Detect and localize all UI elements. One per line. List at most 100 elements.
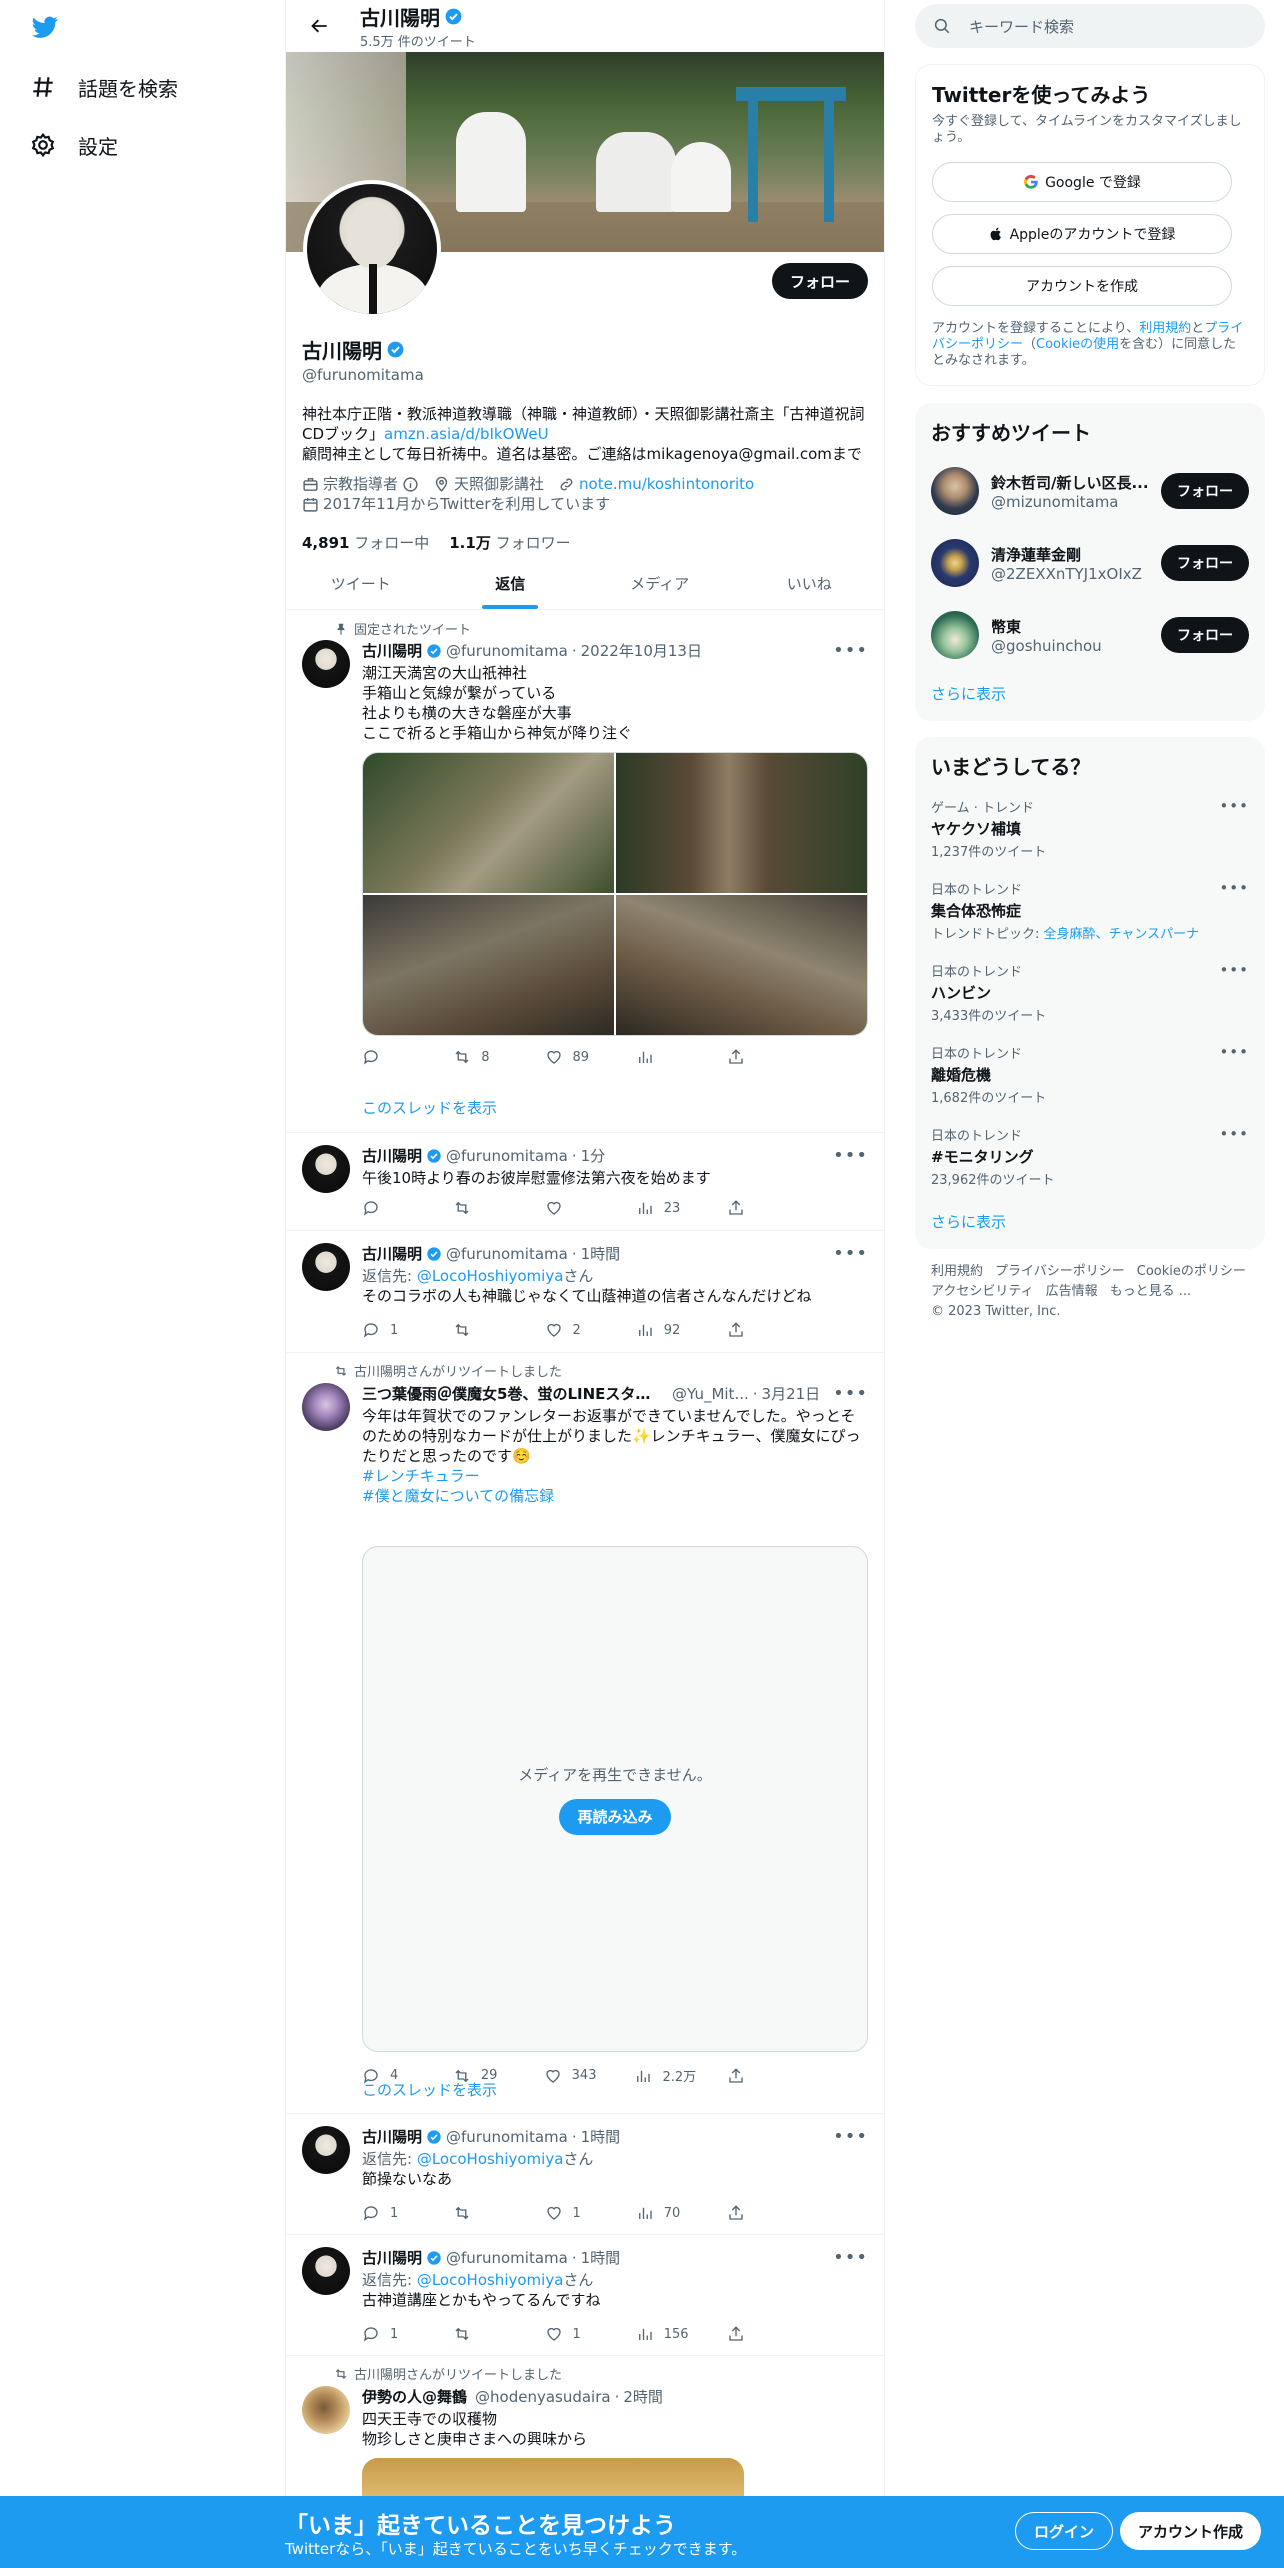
info-icon[interactable] <box>402 476 419 493</box>
show-more-link[interactable]: さらに表示 <box>931 683 1006 704</box>
views-button[interactable] <box>636 1048 696 1066</box>
retweet-button[interactable] <box>453 2204 513 2222</box>
search-box[interactable]: キーワード検索 <box>915 4 1265 48</box>
hashtag-link[interactable]: #レンチキュラー <box>362 1467 480 1485</box>
share-button[interactable] <box>727 2325 787 2343</box>
share-button[interactable] <box>727 1199 787 1217</box>
recommended-name[interactable]: 幣東 <box>991 616 1161 637</box>
more-options-icon[interactable]: ••• <box>833 2247 868 2268</box>
avatar[interactable] <box>302 1383 350 1431</box>
share-button[interactable] <box>727 2204 787 2222</box>
follow-button[interactable]: フォロー <box>1161 545 1249 581</box>
show-more-link[interactable]: さらに表示 <box>931 1211 1006 1232</box>
profile-avatar[interactable] <box>303 180 441 318</box>
cookie-link[interactable]: Cookieの使用 <box>1036 337 1119 352</box>
footer-link[interactable]: プライバシーポリシー <box>995 1262 1125 1282</box>
following-link[interactable]: 4,891 フォロー中 <box>302 532 429 553</box>
more-options-icon[interactable]: ••• <box>833 1145 868 1166</box>
more-options-icon[interactable]: ••• <box>1219 797 1249 815</box>
follow-button[interactable]: フォロー <box>1161 473 1249 509</box>
retweet-button[interactable]: 8 <box>453 1048 513 1066</box>
tweet-photo[interactable] <box>363 895 614 1035</box>
reply-button[interactable] <box>362 1199 422 1217</box>
trend-item[interactable]: 日本のトレンド #モニタリング 23,962件のツイート ••• <box>931 1125 1249 1188</box>
views-button[interactable]: 92 <box>636 1321 696 1339</box>
reply-button[interactable]: 1 <box>362 2204 422 2222</box>
twitter-logo-icon[interactable] <box>30 14 60 40</box>
tweet-time[interactable]: 1時間 <box>581 2247 621 2268</box>
tab-likes[interactable]: いいね <box>735 557 885 609</box>
google-signup-button[interactable]: Google で登録 <box>932 162 1232 202</box>
avatar[interactable] <box>302 640 350 688</box>
avatar[interactable] <box>302 2247 350 2295</box>
tweet-time[interactable]: 2022年10月13日 <box>581 640 702 661</box>
retweet-button[interactable] <box>453 1321 513 1339</box>
bio-link[interactable]: amzn.asia/d/bIkOWeU <box>384 425 549 443</box>
avatar[interactable] <box>302 1243 350 1291</box>
avatar[interactable] <box>302 2386 350 2434</box>
views-button[interactable]: 156 <box>636 2325 696 2343</box>
terms-link[interactable]: 利用規約 <box>1139 321 1191 336</box>
tweet-author-name[interactable]: 古川陽明 <box>362 1243 422 1264</box>
more-options-icon[interactable]: ••• <box>1219 1125 1249 1143</box>
more-options-icon[interactable]: ••• <box>1219 961 1249 979</box>
footer-link[interactable]: もっと見る ... <box>1110 1282 1192 1302</box>
login-button[interactable]: ログイン <box>1015 2512 1114 2550</box>
tab-tweets[interactable]: ツイート <box>286 557 436 609</box>
more-options-icon[interactable]: ••• <box>1219 879 1249 897</box>
tweet[interactable]: 古川陽明 @furunomitama · 1時間 ••• 返信先: @LocoH… <box>286 1231 884 1353</box>
views-button[interactable]: 2.2万 <box>634 2066 696 2085</box>
tweet-author-name[interactable]: 古川陽明 <box>362 1145 422 1166</box>
reply-to-link[interactable]: @LocoHoshiyomiya <box>417 2150 564 2168</box>
trend-item[interactable]: 日本のトレンド ハンビン 3,433件のツイート ••• <box>931 961 1249 1024</box>
tweet-time[interactable]: 1分 <box>581 1145 606 1166</box>
tab-replies[interactable]: 返信 <box>436 557 586 609</box>
like-button[interactable]: 89 <box>545 1048 605 1066</box>
show-thread-link[interactable]: このスレッドを表示 <box>362 2079 497 2100</box>
footer-link[interactable]: Cookieのポリシー <box>1137 1262 1246 1282</box>
tweet-pinned[interactable]: 固定されたツイート 古川陽明 @furunomitama · 2022年10月1… <box>286 611 884 1133</box>
tweet-author-name[interactable]: 三つ葉優雨＠僕魔女5巻、蛍のLINEスタンプ… <box>362 1383 662 1404</box>
tweet-photo[interactable] <box>616 753 867 893</box>
signup-button[interactable]: アカウント作成 <box>1120 2512 1262 2550</box>
recommended-user[interactable]: 幣東 @goshuinchou フォロー <box>931 609 1249 661</box>
recommended-user[interactable]: 鈴木哲司/新しい区長... @mizunomitama フォロー <box>931 465 1249 517</box>
recommended-name[interactable]: 鈴木哲司/新しい区長... <box>991 472 1161 493</box>
avatar[interactable] <box>302 2126 350 2174</box>
reply-button[interactable]: 1 <box>362 1321 422 1339</box>
back-button[interactable] <box>302 8 338 44</box>
like-button[interactable] <box>545 1199 605 1217</box>
like-button[interactable]: 343 <box>544 2066 604 2085</box>
follow-button[interactable]: フォロー <box>771 263 868 299</box>
tweet-time[interactable]: 1時間 <box>581 1243 621 1264</box>
tweet[interactable]: 古川陽明 @furunomitama · 1時間 ••• 返信先: @LocoH… <box>286 2114 884 2235</box>
tweet[interactable]: 古川陽明 @furunomitama · 1時間 ••• 返信先: @LocoH… <box>286 2235 884 2356</box>
reply-button[interactable]: 1 <box>362 2325 422 2343</box>
reply-to-link[interactable]: @LocoHoshiyomiya <box>417 2271 564 2289</box>
share-button[interactable] <box>727 2066 787 2085</box>
tweet-author-name[interactable]: 古川陽明 <box>362 2247 422 2268</box>
apple-signup-button[interactable]: Appleのアカウントで登録 <box>932 214 1232 254</box>
avatar[interactable] <box>302 1145 350 1193</box>
tweet-time[interactable]: 2時間 <box>623 2386 663 2407</box>
tweet-author-name[interactable]: 古川陽明 <box>362 640 422 661</box>
tweet-author-name[interactable]: 古川陽明 <box>362 2126 422 2147</box>
more-options-icon[interactable]: ••• <box>833 640 868 661</box>
recommended-user[interactable]: 清浄蓮華金剛 @2ZEXXnTYJ1xOIxZ フォロー <box>931 537 1249 589</box>
nav-explore[interactable]: 話題を検索 <box>30 67 178 107</box>
trend-item[interactable]: 日本のトレンド 集合体恐怖症 トレンドトピック: 全身麻酔、チャンスパーナ ••… <box>931 879 1249 942</box>
recommended-name[interactable]: 清浄蓮華金剛 <box>991 544 1161 565</box>
footer-link[interactable]: アクセシビリティ <box>931 1282 1034 1302</box>
trend-topic-link[interactable]: 全身麻酔、チャンスパーナ <box>1044 927 1200 942</box>
profile-website[interactable]: note.mu/koshintonorito <box>579 474 754 494</box>
like-button[interactable]: 1 <box>545 2325 605 2343</box>
avatar[interactable] <box>931 467 979 515</box>
tweet[interactable]: 古川陽明 @furunomitama · 1分 ••• 午後10時より春のお彼岸… <box>286 1133 884 1231</box>
tweet-time[interactable]: 1時間 <box>581 2126 621 2147</box>
reply-to-link[interactable]: @LocoHoshiyomiya <box>417 1267 564 1285</box>
followers-link[interactable]: 1.1万 フォロワー <box>449 532 570 553</box>
like-button[interactable]: 1 <box>545 2204 605 2222</box>
trend-item[interactable]: 日本のトレンド 離婚危機 1,682件のツイート ••• <box>931 1043 1249 1106</box>
tweet-time[interactable]: 3月21日 <box>762 1383 821 1404</box>
share-button[interactable] <box>727 1321 787 1339</box>
